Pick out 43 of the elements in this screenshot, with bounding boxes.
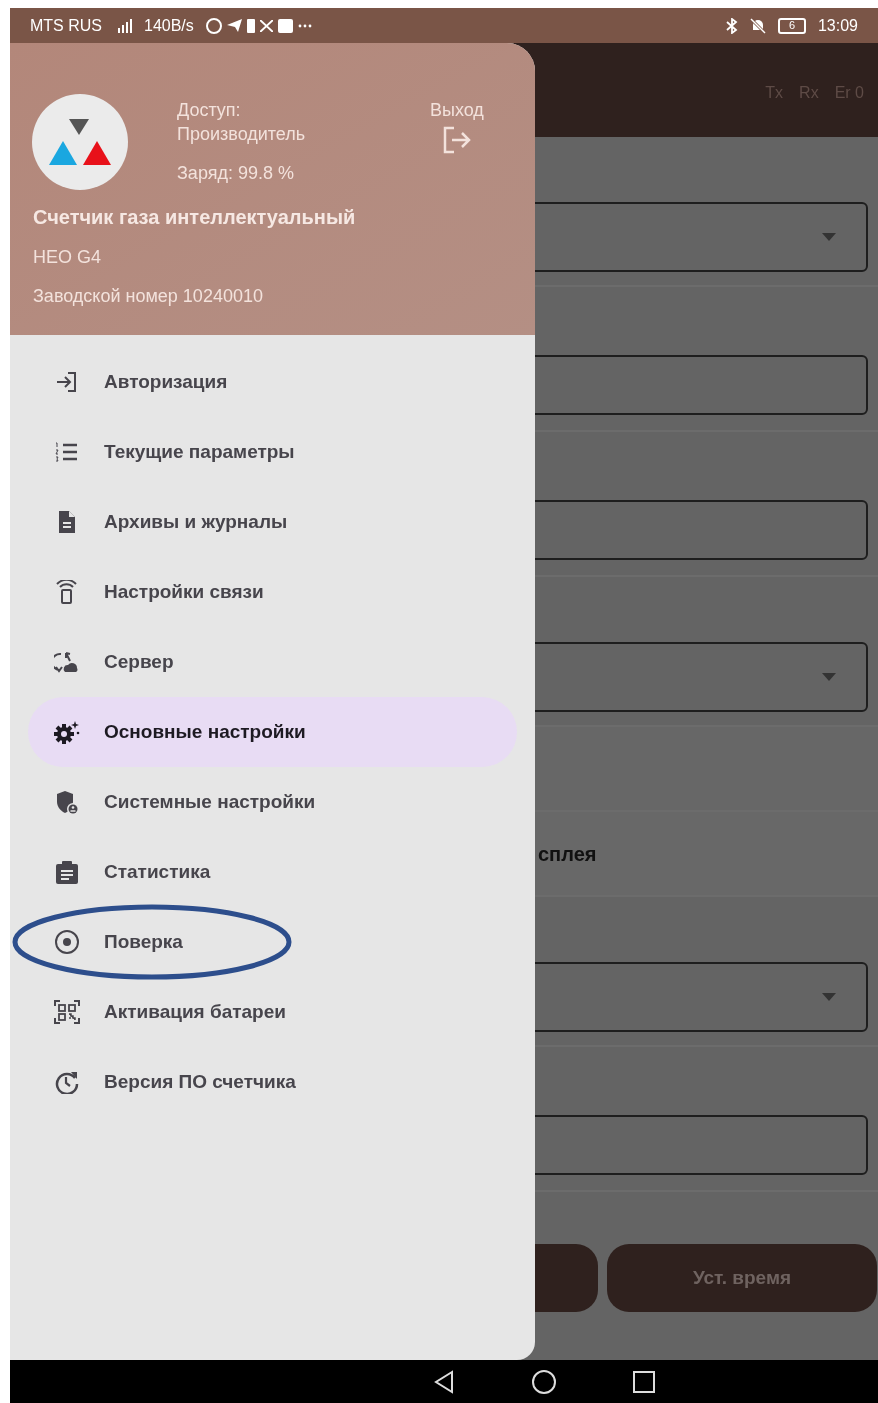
gear-sparkle-icon	[54, 720, 80, 744]
device-model: HEO G4	[33, 246, 103, 269]
drawer-item[interactable]: Системные настройки	[28, 767, 517, 837]
dropdown-arrow-icon	[822, 993, 836, 1001]
drawer-item[interactable]: Активация батареи	[28, 977, 517, 1047]
qr-scan-icon	[54, 1000, 80, 1024]
access-level: Производитель	[177, 123, 306, 146]
clock-refresh-icon	[54, 1070, 80, 1094]
carrier-name: MTS RUS	[30, 15, 102, 36]
drawer-item[interactable]: Текущие параметры	[28, 417, 517, 487]
radio-dot-icon	[54, 930, 80, 954]
charge-level: Заряд: 99.8 %	[177, 162, 295, 185]
drawer-item[interactable]: Версия ПО счетчика	[28, 1047, 517, 1117]
drawer-item[interactable]: Настройки связи	[28, 557, 517, 627]
drawer-item[interactable]: Статистика	[28, 837, 517, 907]
section-title: сплея	[538, 841, 597, 867]
device-name: Счетчик газа интеллектуальный	[33, 205, 356, 230]
drawer-item[interactable]: Архивы и журналы	[28, 487, 517, 557]
back-icon[interactable]	[433, 1369, 455, 1394]
access-label: Доступ:	[177, 99, 242, 122]
paper-plane-icon	[226, 19, 242, 32]
network-speed: 140B/s	[144, 15, 194, 36]
serial-number: Заводской номер 10240010	[33, 285, 264, 308]
battery-indicator: 6	[777, 17, 806, 34]
drawer-item[interactable]: Сервер	[28, 627, 517, 697]
cloud-sync-icon	[54, 650, 80, 674]
shield-user-icon	[54, 790, 80, 814]
numbered-list-icon	[54, 440, 80, 464]
clipboard-icon	[54, 860, 80, 884]
drawer-item[interactable]: Авторизация	[28, 347, 517, 417]
triangles-logo-icon	[49, 119, 111, 165]
bluetooth-icon	[725, 17, 738, 34]
dropdown-arrow-icon	[822, 233, 836, 241]
recents-icon[interactable]	[633, 1370, 655, 1393]
home-icon[interactable]	[531, 1368, 557, 1395]
drawer-item[interactable]: Основные настройки	[28, 697, 517, 767]
muted-bell-icon	[749, 17, 766, 34]
wireless-device-icon	[54, 580, 80, 604]
dropdown-arrow-icon	[822, 673, 836, 681]
more-icon	[297, 23, 312, 28]
logout-icon	[441, 126, 472, 154]
drawer-item[interactable]: Поверка	[28, 907, 517, 977]
clock: 13:09	[817, 15, 858, 36]
